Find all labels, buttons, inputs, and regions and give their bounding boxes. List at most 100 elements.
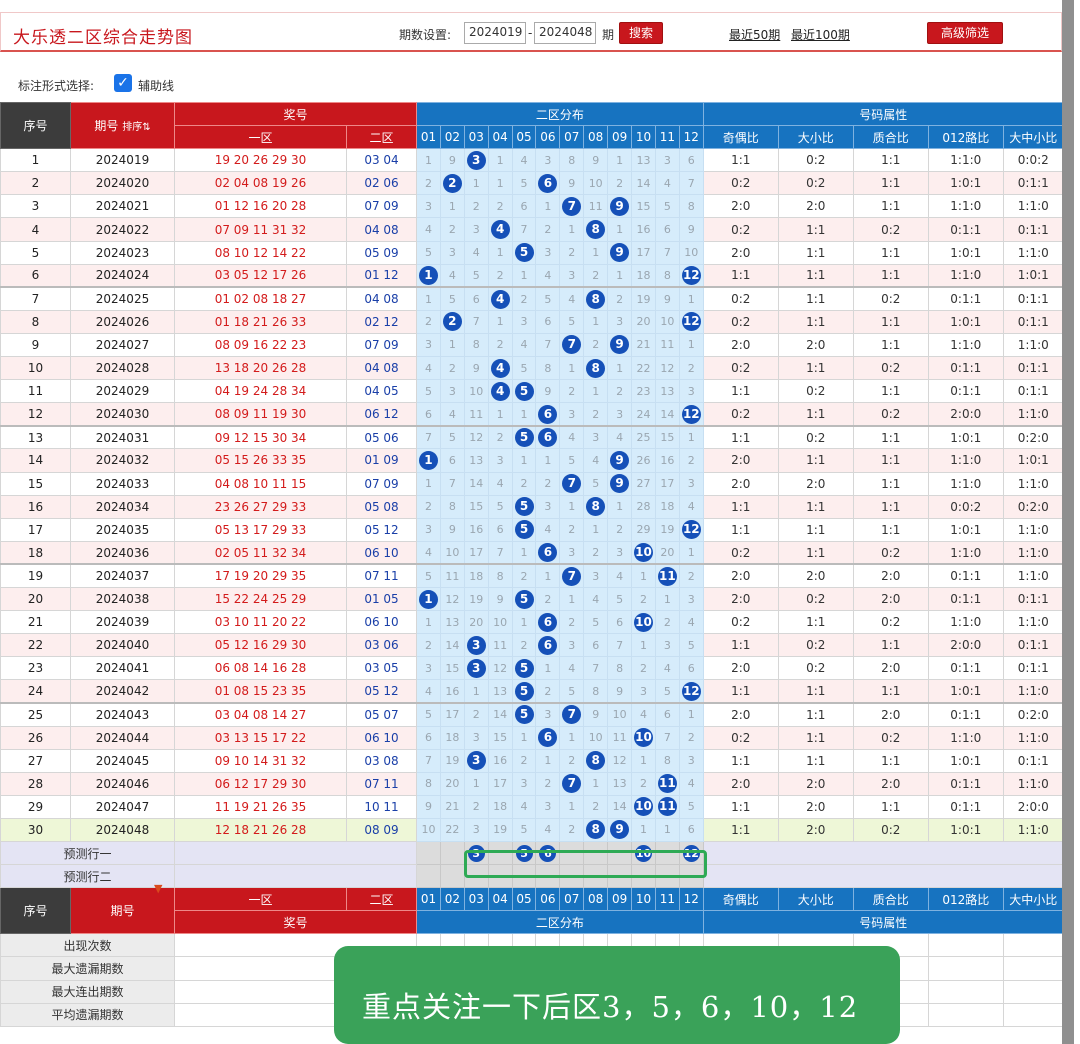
col-attr-2: 质合比 (852, 125, 929, 150)
row-back-numbers: 05 08 (345, 494, 418, 519)
col-distribution: 二区分布 (416, 101, 704, 127)
col-issue[interactable]: 期号 排序⇅ (70, 101, 175, 150)
dist-cell: 9 (583, 701, 609, 727)
dist-cell: 8 (583, 817, 609, 843)
dist-cell: 6 (535, 540, 561, 565)
row-back-numbers: 02 12 (345, 309, 418, 334)
guide-line-checkbox[interactable]: ✓ (114, 74, 132, 92)
attr-cell: 1:1:0 (1002, 240, 1064, 265)
row-seq: 18 (0, 540, 71, 565)
row-front-numbers: 02 04 08 19 26 (174, 171, 347, 196)
dist-cell: 8 (487, 563, 513, 588)
dist-cell: 7 (559, 771, 585, 796)
attr-cell: 0:2 (702, 286, 779, 311)
dist-cell: 9 (654, 286, 680, 311)
footer-col-attr: 大中小比 (1002, 887, 1064, 912)
dist-cell: 2 (511, 633, 537, 658)
recent-100-link[interactable]: 最近100期 (791, 26, 850, 43)
arrow-down-icon[interactable]: ▼ (154, 883, 164, 894)
dist-cell: 1 (511, 540, 537, 565)
row-back-numbers: 03 04 (345, 148, 418, 173)
footer-col-zone2: 二区 (345, 887, 418, 912)
dist-cell: 14 (654, 402, 680, 427)
dist-cell: 2 (511, 286, 537, 311)
dist-cell: 12 (487, 656, 513, 681)
dist-cell: 2 (583, 540, 609, 565)
scrollbar[interactable] (1062, 0, 1074, 1044)
dist-cell: 8 (607, 656, 633, 681)
prediction-cell[interactable] (439, 840, 465, 866)
attr-cell: 1:1 (852, 263, 929, 288)
attr-cell: 0:1:1 (927, 586, 1004, 612)
prediction-cell[interactable] (439, 864, 465, 889)
attr-cell: 1:1 (702, 379, 779, 404)
dist-cell: 3 (607, 402, 633, 427)
dist-cell: 10 (439, 540, 465, 565)
attr-cell: 1:1 (777, 725, 854, 750)
sort-toggle[interactable]: 排序⇅ (122, 122, 150, 133)
row-front-numbers: 04 08 10 11 15 (174, 471, 347, 496)
dist-cell: 4 (511, 332, 537, 358)
attr-cell: 0:2 (702, 217, 779, 242)
attr-cell: 2:0 (852, 771, 929, 796)
dist-cell: 22 (439, 817, 465, 843)
hit-ball: 12 (681, 520, 701, 540)
dist-cell: 1 (631, 817, 656, 843)
footer-col-attr: 012路比 (927, 887, 1004, 912)
table-row: 28 2024046 06 12 17 29 30 07 11 8 20 1 17 3 2 7 1 13… (0, 771, 1064, 796)
recent-50-link[interactable]: 最近50期 (729, 26, 780, 43)
dist-cell: 3 (463, 725, 489, 750)
attr-cell: 1:1 (777, 286, 854, 311)
dist-cell: 7 (416, 748, 441, 773)
period-unit: 期 (602, 28, 615, 42)
hit-ball: 12 (681, 404, 701, 424)
row-seq: 27 (0, 748, 71, 773)
dist-cell: 2 (631, 586, 656, 612)
attr-cell: 2:0 (777, 332, 854, 358)
period-from-input[interactable]: 2024019 (464, 22, 526, 44)
row-front-numbers: 03 05 12 17 26 (174, 263, 347, 288)
attr-cell: 2:0 (777, 471, 854, 496)
dist-cell: 6 (535, 309, 561, 334)
attr-cell: 0:2 (777, 379, 854, 404)
attr-cell: 1:1:0 (927, 194, 1004, 219)
attr-cell: 0:1:1 (1002, 286, 1064, 311)
table-row: 24 2024042 01 08 15 23 35 05 12 4 16 1 13 5 2 5 8 9 3… (0, 679, 1064, 704)
col-dist-06: 06 (535, 125, 561, 150)
dist-cell: 1 (511, 263, 537, 288)
attr-cell: 1:1 (852, 171, 929, 196)
row-back-numbers: 07 09 (345, 194, 418, 219)
dist-cell: 9 (463, 356, 489, 381)
dist-cell: 17 (439, 701, 465, 727)
dist-cell: 4 (583, 448, 609, 473)
dist-cell: 1 (631, 633, 656, 658)
dist-cell: 3 (678, 586, 704, 612)
advanced-filter-button[interactable]: 高级筛选 (927, 22, 1003, 44)
callout-banner: 重点关注一下后区3，5，6，10，12 (334, 946, 900, 1044)
hit-ball: 6 (538, 543, 558, 563)
prediction-cell[interactable] (416, 864, 441, 889)
hit-ball: 9 (610, 450, 630, 470)
attr-cell: 2:0 (777, 563, 854, 588)
dist-cell: 1 (511, 448, 537, 473)
attr-cell: 0:2:0 (1002, 494, 1064, 519)
period-to-input[interactable]: 2024048 (534, 22, 596, 44)
search-button[interactable]: 搜索 (619, 22, 663, 44)
row-issue: 2024035 (70, 517, 175, 542)
dist-cell: 6 (511, 194, 537, 219)
dist-cell: 4 (439, 402, 465, 427)
dist-cell: 4 (487, 379, 513, 404)
dist-cell: 12 (678, 517, 704, 542)
dist-cell: 9 (607, 332, 633, 358)
row-back-numbers: 03 05 (345, 656, 418, 681)
dist-cell: 2 (631, 656, 656, 681)
row-issue: 2024029 (70, 379, 175, 404)
hit-ball: 7 (562, 335, 582, 355)
row-front-numbers: 05 15 26 33 35 (174, 448, 347, 473)
dist-cell: 1 (487, 402, 513, 427)
dist-cell: 2 (607, 171, 633, 196)
stat-attr (927, 956, 1004, 981)
dist-cell: 12 (654, 356, 680, 381)
attr-cell: 0:1:1 (927, 356, 1004, 381)
prediction-cell[interactable] (416, 840, 441, 866)
